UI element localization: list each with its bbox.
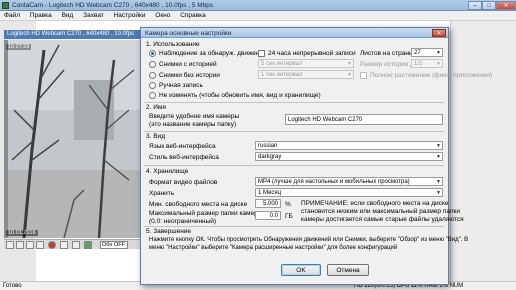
chevron-down-icon: ▼ [436, 190, 441, 196]
max-folder-size-input[interactable]: 0.0 [255, 211, 281, 220]
section-name-title: 2. Имя [146, 104, 166, 111]
settings-icon[interactable] [16, 241, 24, 249]
radio-snapshots-no-history-label: Снимки без истории [159, 72, 220, 79]
minimize-button[interactable]: – [468, 1, 482, 10]
camera-toolbar: Обн OFF [4, 239, 140, 249]
finish-instructions-line1: Нажмите кнопку ОК. Чтобы просмотреть Обн… [149, 237, 469, 243]
chevron-down-icon: ▼ [347, 61, 352, 67]
section-finish-title: 5. Завершение [146, 228, 192, 235]
sheets-per-page-select[interactable]: 27 ▼ [411, 48, 443, 57]
separator [144, 131, 444, 132]
storage-note-line2: становится низким или максимальный разме… [301, 208, 460, 215]
keep-duration-select[interactable]: 1 Месяц ▼ [255, 188, 443, 197]
chevron-down-icon: ▼ [436, 154, 441, 160]
app-title: ContaCam - Logitech HD Webcam C270 , 640… [12, 2, 214, 9]
record-icon[interactable] [48, 241, 56, 249]
video-format-label: Формат видео файлов [149, 179, 218, 186]
radio-snapshots-history-label: Снимки с историей [159, 61, 217, 68]
web-style-select[interactable]: darkgray ▼ [255, 152, 443, 161]
browse-icon[interactable] [26, 241, 34, 249]
web-language-label: Язык веб-интерфейса [149, 143, 216, 150]
dialog-title: Камера основные настройки [145, 30, 232, 37]
menubar: Файл Правка Вид Захват Настройки Окно Сп… [0, 11, 516, 21]
chevron-down-icon: ▼ [436, 179, 441, 185]
dialog-close-button[interactable]: ✕ [432, 29, 446, 37]
snapshot-icon[interactable] [6, 241, 14, 249]
separator [144, 165, 444, 166]
radio-snapshots-no-history[interactable] [149, 72, 156, 79]
full-stretch-label: Полное растяжение (фикс. приложения) [370, 72, 493, 79]
ok-button[interactable]: OK [281, 264, 321, 276]
video-format-select[interactable]: MP4 (лучше для настольных и мобильных пр… [255, 177, 443, 186]
camera-name-prompt-note: (это название камеры папку) [149, 121, 237, 128]
full-stretch-checkbox[interactable] [360, 72, 367, 79]
camera-name-prompt: Введите удобное имя камеры [149, 113, 240, 120]
status-text: Готово [3, 283, 22, 289]
close-button[interactable]: ✕ [496, 1, 516, 10]
min-free-space-unit: % [285, 201, 291, 208]
chevron-down-icon: ▼ [436, 143, 441, 149]
min-free-space-input[interactable]: 5.000 [255, 199, 281, 208]
menu-view[interactable]: Вид [58, 11, 78, 20]
chevron-down-icon: ▼ [436, 50, 441, 56]
continuous-record-label: 24 часа непрерывной записи [268, 50, 356, 57]
finish-instructions-line2: меню "Настройки" выберите "Камера расшир… [149, 245, 398, 251]
max-folder-size-unit: ГБ [285, 213, 293, 220]
storage-note-line3: камеры достигается самые старые файлы уд… [301, 216, 464, 223]
radio-no-change[interactable] [149, 92, 156, 99]
separator [144, 102, 444, 103]
radio-manual-record-label: Ручная запись [159, 82, 203, 89]
max-folder-size-label: Максимальный размер папки камеры [149, 210, 263, 217]
max-folder-size-note: (0.0: неограниченный) [149, 218, 217, 225]
radio-manual-record[interactable] [149, 82, 156, 89]
menu-file[interactable]: Файл [0, 11, 24, 20]
motion-detection-select[interactable]: Обн OFF [100, 241, 128, 249]
interval-select-no-history[interactable]: 1 сек интервал ▼ [258, 70, 354, 79]
history-size-select[interactable]: 1/2 ▼ [411, 59, 443, 68]
web-style-label: Стиль веб-интерфейса [149, 154, 219, 161]
camera-scene-image [4, 40, 140, 238]
radio-no-change-label: Не изменять (чтобы обновить имя, вид и х… [159, 92, 321, 99]
min-free-space-label: Мин. свободного места на диске [149, 201, 248, 208]
menu-capture[interactable]: Захват [79, 11, 108, 20]
web-language-select[interactable]: russian ▼ [255, 141, 443, 150]
keep-duration-label: Хранить [149, 190, 175, 197]
continuous-record-checkbox[interactable] [258, 50, 265, 57]
camera-video-view[interactable] [4, 40, 140, 238]
fullscreen-icon[interactable] [72, 241, 80, 249]
menu-window[interactable]: Окно [151, 11, 174, 20]
radio-snapshots-history[interactable] [149, 61, 156, 68]
camera-window-title: Logitech HD Webcam C270 , 640x480 , 10.0… [4, 30, 140, 39]
stop-icon[interactable] [60, 241, 68, 249]
cancel-button[interactable]: Отмена [327, 264, 369, 276]
camera-name-input[interactable]: Logitech HD Webcam C270 [285, 114, 443, 125]
chevron-down-icon: ▼ [436, 61, 441, 67]
contacam-app-icon [2, 2, 9, 9]
radio-motion-detection[interactable] [149, 50, 156, 57]
radio-motion-detection-label: Наблюдение за обнаруж. движен. [159, 50, 262, 57]
maximize-button[interactable]: □ [482, 1, 496, 10]
menu-settings[interactable]: Настройки [110, 11, 150, 20]
dialog-titlebar: Камера основные настройки ✕ [141, 28, 448, 38]
separator [144, 226, 444, 227]
section-usage-title: 1. Использование [146, 41, 200, 48]
storage-note-line1: ПРИМЕЧАНИЕ: если свободного места на дис… [301, 200, 449, 207]
menu-edit[interactable]: Правка [26, 11, 56, 20]
camera-settings-dialog: Камера основные настройки ✕ 1. Использов… [140, 27, 492, 285]
chevron-down-icon: ▼ [347, 72, 352, 78]
menu-help[interactable]: Справка [176, 11, 210, 20]
interval-select-history[interactable]: 5 сек интервал ▼ [258, 59, 354, 68]
section-storage-title: 4. Хранилище [146, 168, 189, 175]
section-view-title: 3. Вид [146, 133, 165, 140]
pause-icon[interactable] [36, 241, 44, 249]
motion-indicator-icon [84, 241, 92, 249]
camera-date-overlay: 10.01.2016 [6, 230, 38, 236]
app-titlebar: ContaCam - Logitech HD Webcam C270 , 640… [0, 0, 516, 11]
camera-time-overlay: 15:27:29 [6, 44, 32, 50]
